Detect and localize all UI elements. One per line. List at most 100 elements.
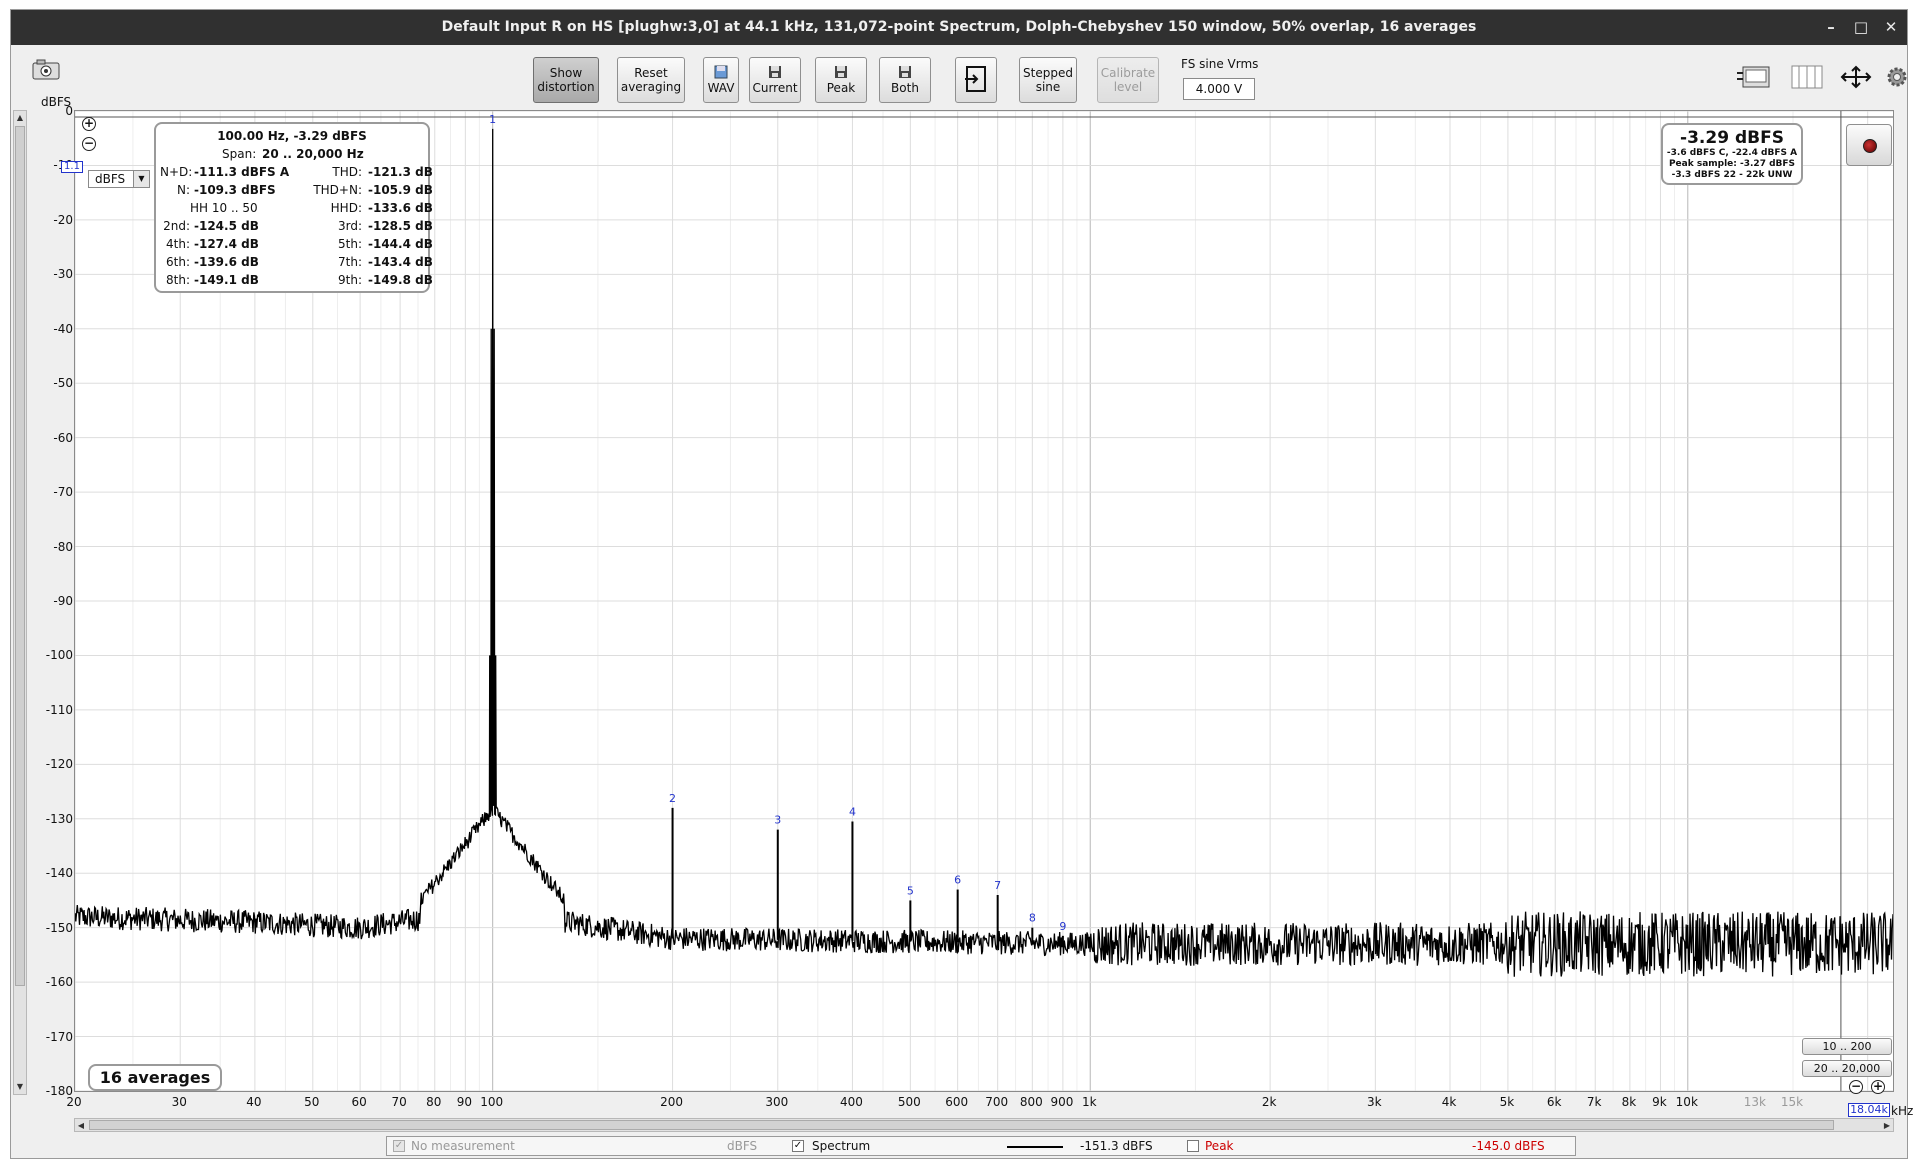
reference-level-marker[interactable]: 1.1 (61, 161, 83, 173)
reset-averaging-button[interactable]: Reset averaging (617, 57, 685, 103)
level-main: -3.29 dBFS (1680, 128, 1784, 148)
record-icon (1863, 139, 1877, 153)
x-tick-label: 400 (839, 1095, 863, 1109)
unit-select[interactable]: dBFS ▼ (88, 170, 150, 188)
toolbar: Show distortion Reset averaging WAV Curr… (11, 45, 1907, 107)
y-tick-label: 0 (65, 104, 73, 118)
h8-value: -149.1 dB (194, 273, 259, 287)
fs-sine-input[interactable]: 4.000 V (1183, 78, 1255, 100)
peak-checkbox[interactable] (1187, 1140, 1199, 1152)
scroll-left-icon[interactable]: ◀ (75, 1119, 87, 1133)
zoom-range-10-200-button[interactable]: 10 .. 200 (1802, 1038, 1892, 1055)
spectrum-checkbox[interactable]: ✓ (792, 1140, 804, 1152)
zoom-out-icon[interactable]: − (1849, 1080, 1863, 1094)
thdn-value: -105.9 dB (368, 183, 433, 197)
x-tick-label: 2k (1261, 1095, 1277, 1109)
x-axis-ticks: 20 30 40 50 60 70 80 90 100 200 300 400 500 600 700 800… (66, 1093, 1894, 1113)
h2-label: 2nd: (163, 219, 190, 233)
columns-icon[interactable] (1791, 65, 1823, 93)
show-distortion-button[interactable]: Show distortion (533, 57, 599, 103)
zoom-in-icon[interactable]: + (82, 117, 96, 131)
stepped-sine-button[interactable]: Stepped sine (1019, 57, 1077, 103)
x-tick-label: 70 (391, 1095, 407, 1109)
h4-value: -127.4 dB (194, 237, 259, 251)
h7-label: 7th: (338, 255, 362, 269)
h9-label: 9th: (338, 273, 362, 287)
h6-label: 6th: (166, 255, 190, 269)
x-tick-label: 9k (1652, 1095, 1667, 1109)
layout-icon[interactable] (1737, 65, 1773, 93)
export-icon (965, 66, 986, 92)
vertical-scroll-thumb[interactable] (15, 126, 25, 986)
zoom-in-icon[interactable]: + (1871, 1080, 1885, 1094)
h2-value: -124.5 dB (194, 219, 259, 233)
x-tick-label: 80 (426, 1095, 442, 1109)
level-line1: -3.6 dBFS C, -22.4 dBFS A (1666, 148, 1798, 158)
x-tick-label: 6k (1546, 1095, 1562, 1109)
cursor-frequency-label[interactable]: 18.04k (1848, 1103, 1890, 1117)
minimize-button[interactable]: – (1816, 10, 1846, 45)
h5-value: -144.4 dB (368, 237, 433, 251)
save-current-button[interactable]: Current (749, 57, 801, 103)
h9-value: -149.8 dB (368, 273, 433, 287)
y-tick-label: -150 (45, 920, 73, 935)
harmonic-label: 8 (1029, 912, 1036, 925)
close-button[interactable]: ✕ (1876, 10, 1906, 45)
y-tick-label: -20 (53, 212, 73, 227)
app-window: Default Input R on HS [plughw:3,0] at 44… (10, 9, 1913, 1159)
wav-button[interactable]: WAV (703, 57, 739, 103)
h3-label: 3rd: (337, 219, 362, 233)
horizontal-scroll-thumb[interactable] (89, 1120, 1834, 1130)
harmonic-label: 3 (774, 814, 781, 827)
zoom-range-20-20000-button[interactable]: 20 .. 20,000 (1802, 1060, 1892, 1077)
y-tick-label: -130 (45, 811, 73, 826)
wav-file-icon (714, 65, 728, 79)
span-value: 20 .. 20,000 Hz (262, 147, 364, 161)
hhd-value: -133.6 dB (368, 201, 433, 215)
calibrate-level-button[interactable]: Calibrate level (1097, 57, 1159, 103)
x-tick-label: 7k (1586, 1095, 1602, 1109)
save-peak-button[interactable]: Peak (815, 57, 867, 103)
y-tick-label: -30 (53, 267, 73, 282)
horizontal-scrollbar[interactable]: ◀ ▶ (74, 1118, 1894, 1132)
y-tick-label: -80 (53, 539, 73, 554)
zoom-out-icon[interactable]: − (82, 137, 96, 151)
x-tick-label: 800 (1019, 1095, 1043, 1109)
fs-sine-label: FS sine Vrms (1181, 57, 1259, 71)
x-tick-label: 13k (1743, 1095, 1766, 1109)
x-tick-label: 90 (456, 1095, 472, 1109)
no-measurement-checkbox[interactable]: ✓ (393, 1140, 405, 1152)
export-button[interactable] (955, 57, 997, 103)
y-tick-label: -40 (53, 321, 73, 336)
y-tick-label: -90 (53, 594, 73, 608)
x-tick-label: 60 (351, 1095, 367, 1109)
h5-label: 5th: (338, 237, 362, 251)
scroll-right-icon[interactable]: ▶ (1881, 1119, 1893, 1133)
x-tick-label: 30 (171, 1095, 187, 1109)
camera-icon[interactable] (31, 58, 61, 84)
maximize-button[interactable]: □ (1846, 10, 1876, 45)
level-line2: Peak sample: -3.27 dBFS (1668, 159, 1796, 169)
readout-header: 100.00 Hz, -3.29 dBFS (217, 129, 367, 143)
y-tick-label: -140 (45, 866, 73, 881)
gear-icon[interactable] (1885, 65, 1909, 93)
level-line3: -3.3 dBFS 22 - 22k UNW (1671, 170, 1793, 180)
no-measurement-label: No measurement (411, 1139, 515, 1153)
spectrum-value: -151.3 dBFS (1080, 1139, 1153, 1153)
record-button[interactable] (1846, 124, 1892, 166)
nd-label: N+D: (160, 165, 193, 179)
y-tick-label: -120 (45, 757, 73, 772)
n-value: -109.3 dBFS (194, 183, 276, 197)
x-tick-label: 15k (1780, 1095, 1804, 1109)
expand-arrows-icon[interactable] (1839, 65, 1873, 93)
x-tick-label: 300 (765, 1095, 789, 1109)
harmonic-label: 9 (1059, 920, 1066, 933)
x-tick-label: 40 (246, 1095, 262, 1109)
thd-value: -121.3 dB (368, 165, 433, 179)
spectrum-label: Spectrum (812, 1139, 871, 1153)
y-tick-label: -50 (53, 376, 73, 391)
averages-badge: 16 averages (88, 1064, 222, 1091)
title-bar: Default Input R on HS [plughw:3,0] at 44… (11, 10, 1907, 45)
save-both-button[interactable]: Both (879, 57, 931, 103)
y-tick-label: -60 (53, 430, 73, 445)
